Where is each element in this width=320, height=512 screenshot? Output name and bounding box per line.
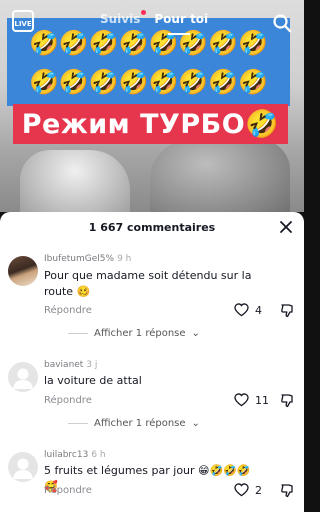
car-seat-left: [20, 150, 130, 212]
comment-header: bavianet 3 j: [44, 360, 97, 370]
chevron-down-icon: ⌄: [191, 418, 200, 429]
comment-header: IbufetumGel5% 9 h: [44, 254, 131, 264]
heart-icon: [234, 483, 249, 497]
comment-time: 3 j: [86, 360, 98, 370]
comments-sheet: 1 667 commentaires IbufetumGel5% 9 h Pour…: [0, 212, 304, 512]
emoji-row: 🤣🤣🤣🤣🤣🤣🤣🤣: [28, 28, 269, 57]
emoji-overlay: 🤣🤣🤣🤣🤣🤣🤣🤣 🤣🤣🤣🤣🤣🤣🤣🤣: [7, 18, 290, 106]
like-button[interactable]: 2: [234, 483, 262, 497]
video-caption-banner: Режим ТУРБО🤣: [13, 104, 288, 144]
comment-username[interactable]: IbufetumGel5%: [44, 254, 114, 264]
like-count: 2: [255, 483, 262, 497]
heart-icon: [234, 303, 249, 317]
feed-tabs: Suivis Pour toi: [100, 12, 208, 26]
active-tab-indicator: [168, 33, 190, 35]
show-replies-label: Afficher 1 réponse: [94, 328, 186, 339]
dislike-icon[interactable]: [280, 303, 295, 318]
comment-item: bavianet 3 j la voiture de attal Répondre…: [0, 358, 304, 438]
comment-item: IbufetumGel5% 9 h Pour que madame soit dé…: [0, 250, 304, 342]
close-icon[interactable]: [278, 219, 294, 235]
default-avatar-icon: [13, 458, 33, 479]
comment-time: 9 h: [117, 254, 132, 264]
comment-username[interactable]: bavianet: [44, 360, 83, 370]
avatar[interactable]: [8, 452, 38, 482]
notification-dot: [141, 10, 146, 15]
chevron-down-icon: ⌄: [191, 328, 200, 339]
comment-text: Pour que madame soit détendu sur la rout…: [44, 269, 252, 298]
comment-header: luilabrc13 6 h: [44, 450, 106, 460]
dislike-icon[interactable]: [280, 393, 295, 408]
avatar[interactable]: [8, 362, 38, 392]
like-count: 11: [255, 393, 269, 407]
comment-username[interactable]: luilabrc13: [44, 450, 88, 460]
car-seat-right: [150, 140, 290, 212]
comments-header: 1 667 commentaires: [0, 212, 304, 242]
reply-button[interactable]: Répondre: [44, 485, 92, 496]
comment-item: luilabrc13 6 h 5 fruits et légumes par jo…: [0, 448, 304, 512]
comment-text: la voiture de attal: [44, 374, 142, 387]
video-player[interactable]: 🤣🤣🤣🤣🤣🤣🤣🤣 🤣🤣🤣🤣🤣🤣🤣🤣 Режим ТУРБО🤣 LIVE Suiv…: [0, 0, 304, 212]
like-button[interactable]: 11: [234, 393, 269, 407]
reply-button[interactable]: Répondre: [44, 305, 92, 316]
like-button[interactable]: 4: [234, 303, 262, 317]
replies-divider: [68, 423, 88, 424]
search-icon[interactable]: [272, 13, 292, 33]
tab-for-you[interactable]: Pour toi: [154, 12, 208, 26]
default-avatar-icon: [13, 368, 33, 389]
comment-time: 6 h: [91, 450, 106, 460]
avatar[interactable]: [8, 256, 38, 286]
comments-count-title: 1 667 commentaires: [88, 220, 216, 234]
like-count: 4: [255, 303, 262, 317]
dislike-icon[interactable]: [280, 483, 295, 498]
tab-following[interactable]: Suivis: [100, 12, 140, 26]
live-label: LIVE: [14, 20, 32, 28]
replies-divider: [68, 333, 88, 334]
live-button[interactable]: LIVE: [12, 10, 34, 32]
emoji-row: 🤣🤣🤣🤣🤣🤣🤣🤣: [28, 67, 269, 96]
show-replies-label: Afficher 1 réponse: [94, 418, 186, 429]
show-replies-button[interactable]: Afficher 1 réponse ⌄: [68, 418, 200, 429]
reply-button[interactable]: Répondre: [44, 395, 92, 406]
heart-icon: [234, 393, 249, 407]
show-replies-button[interactable]: Afficher 1 réponse ⌄: [68, 328, 200, 339]
